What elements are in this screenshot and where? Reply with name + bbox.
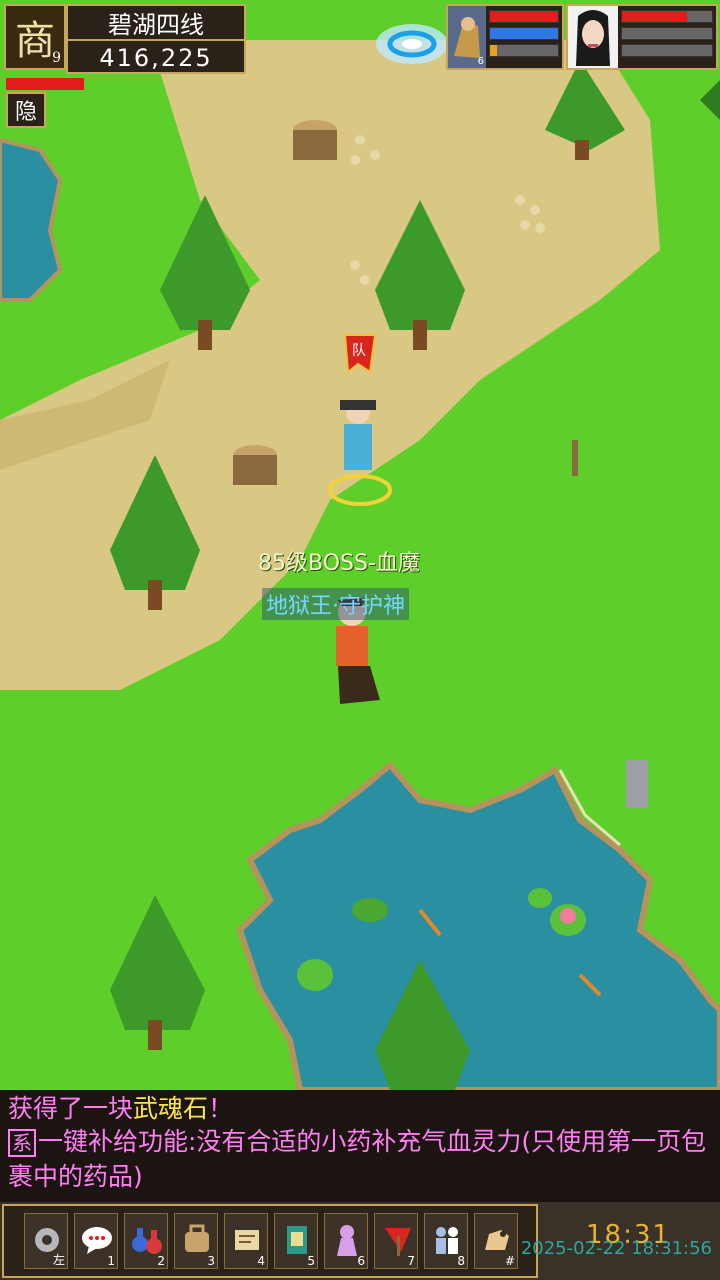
chat-bubble-icon <box>82 1227 112 1254</box>
minimap-glyph: 商 <box>15 18 55 64</box>
toolbar-slot-team[interactable]: 8 <box>424 1213 468 1269</box>
toolbar-frame: 左 1 2 3 4 5 6 7 8 # <box>2 1204 538 1278</box>
leaf-corner-icon <box>700 80 720 120</box>
toolbar-key: 3 <box>207 1254 215 1268</box>
chat-loot-item: 武魂石 <box>133 1094 209 1123</box>
toolbar-slot-map[interactable]: 4 <box>224 1213 268 1269</box>
scroll-map-icon <box>235 1230 259 1250</box>
toolbar-slot-potion[interactable]: 2 <box>124 1213 168 1269</box>
chat-loot-suffix: ！ <box>208 1094 234 1123</box>
toolbar-slot-bag[interactable]: 3 <box>174 1213 218 1269</box>
zone-name: 碧湖四线 <box>108 11 204 39</box>
portal-icon[interactable] <box>372 8 452 72</box>
toolbar-key: 7 <box>407 1254 415 1268</box>
hide-ui-button[interactable]: 隐 <box>6 92 46 128</box>
screenshot-timestamp: 2025-02-22 18:31:56 <box>520 1238 712 1259</box>
toolbar-key: 2 <box>157 1254 165 1268</box>
toolbar-slot-flag[interactable]: 7 <box>374 1213 418 1269</box>
party-member-1-panel[interactable]: 6 <box>446 4 564 70</box>
chat-message-loot: 获得了一块武魂石！ <box>8 1092 712 1125</box>
toolbar-key: 6 <box>357 1254 365 1268</box>
backpack-icon <box>185 1224 209 1252</box>
party-member-2-panel[interactable] <box>566 4 718 70</box>
chat-log[interactable]: 获得了一块武魂石！ 系一键补给功能:没有合适的小药补充气血灵力(只使用第一页包裹… <box>0 1090 720 1202</box>
party-member-2-hp-bar <box>621 10 713 23</box>
toolbar-slot-chat[interactable]: 1 <box>74 1213 118 1269</box>
system-tag-badge: 系 <box>8 1129 36 1157</box>
party-member-2-mp-bar <box>621 27 713 40</box>
party-member-2-portrait <box>568 6 618 68</box>
red-flag-icon <box>385 1228 411 1256</box>
potion-bottle-icon <box>132 1228 162 1254</box>
toolbar-key: 左 <box>52 1253 65 1267</box>
player-hp-strip <box>6 78 84 90</box>
game-world-map[interactable]: 商 9 碧湖四线 416,225 隐 6 队 85级BOSS-血魔 地狱王·守护… <box>0 0 720 1090</box>
toolbar-slot-pet[interactable]: 6 <box>324 1213 368 1269</box>
team-flag-label: 队 <box>352 343 366 359</box>
party-member-1-portrait: 6 <box>448 6 486 68</box>
toolbar-key: 5 <box>307 1254 315 1268</box>
player-character[interactable] <box>325 385 395 500</box>
party-member-1-mp-bar <box>489 27 559 40</box>
player-level: 9 <box>52 50 61 66</box>
chat-system-text: 一键补给功能:没有合适的小药补充气血灵力(只使用第一页包裹中的药品) <box>8 1127 707 1191</box>
horse-mount-icon <box>485 1230 509 1250</box>
toolbar-key: 1 <box>107 1254 115 1268</box>
boss-character[interactable] <box>318 590 408 710</box>
party-member-2-xp-bar <box>621 44 713 57</box>
party-member-1-number: 6 <box>477 56 484 67</box>
team-figures-icon <box>436 1227 458 1254</box>
map-coordinates: 416,225 <box>68 39 244 74</box>
boss-name-label: 85级BOSS-血魔 <box>258 551 420 576</box>
toolbar-key: 8 <box>457 1254 465 1268</box>
party-member-1-hp-bar <box>489 10 559 23</box>
toolbar-slot-skills[interactable]: 5 <box>274 1213 318 1269</box>
spellbook-icon <box>287 1226 307 1254</box>
zone-panel: 碧湖四线 416,225 <box>66 4 246 74</box>
chat-loot-prefix: 获得了一块 <box>8 1094 134 1123</box>
toolbar-slot-settings[interactable]: 左 <box>24 1213 68 1269</box>
pet-figure-icon <box>337 1225 357 1256</box>
party-member-1-xp-bar <box>489 44 559 57</box>
minimap-button[interactable]: 商 9 <box>4 4 66 70</box>
chat-message-system: 系一键补给功能:没有合适的小药补充气血灵力(只使用第一页包裹中的药品) <box>8 1125 712 1193</box>
toolbar-key: 4 <box>257 1254 265 1268</box>
